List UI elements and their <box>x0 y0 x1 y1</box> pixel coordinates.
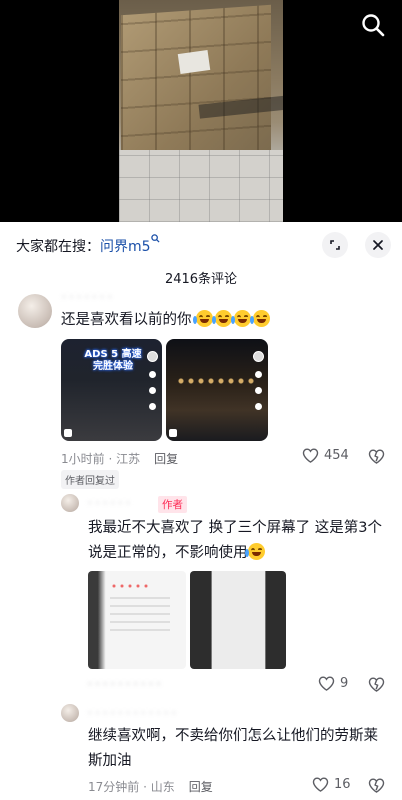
like-count: 9 <box>340 676 349 691</box>
comment-text-body: 我最近不大喜欢了 换了三个屏幕了 这是第3个 说是正常的，不影响使用 <box>88 520 382 561</box>
thumb-title: ADS 5 高速完胜体验 <box>84 349 142 372</box>
avatar[interactable] <box>18 294 52 328</box>
video-player[interactable] <box>0 0 402 222</box>
thumb-side-actions <box>252 351 264 410</box>
comment-sheet: 大家都在搜：问界m5 2416条评论 · · · · · · · 还是喜欢看以前… <box>0 222 402 800</box>
search-small-icon <box>151 234 160 246</box>
comment-time-location: 1小时前 · 江苏 <box>61 452 141 466</box>
thumb-share-icon <box>148 403 156 410</box>
author-replied-badge: 作者回复过 <box>61 470 119 489</box>
expand-icon[interactable] <box>322 232 348 258</box>
author-tag: 作者 <box>158 496 187 513</box>
comment-text: 还是喜欢看以前的你 <box>61 308 272 333</box>
reply-button[interactable]: 回复 <box>154 452 178 466</box>
photo-thumbnail[interactable] <box>190 571 286 669</box>
comment-text: 继续喜欢啊，不卖给你们怎么让他们的劳斯莱斯加油 <box>88 728 378 769</box>
comment-username[interactable]: · · · · · · · · · · · · <box>88 706 176 720</box>
thumb-share-icon <box>254 403 262 410</box>
close-icon[interactable] <box>365 232 391 258</box>
thumb-like-icon <box>148 371 156 378</box>
comment-meta: 1小时前 · 江苏 回复 <box>61 450 178 467</box>
laughing-crying-emoji <box>231 310 252 327</box>
video-thumbnail[interactable] <box>166 339 268 441</box>
like-button[interactable]: 9 <box>318 676 348 691</box>
heart-icon <box>302 448 319 463</box>
search-suggestion-prefix: 大家都在搜： <box>16 239 100 255</box>
video-thumbnail[interactable]: ADS 5 高速完胜体验 <box>61 339 162 441</box>
search-suggestion[interactable]: 大家都在搜：问界m5 <box>16 236 151 256</box>
like-button[interactable]: 454 <box>302 448 349 463</box>
search-suggestion-keyword[interactable]: 问界m5 <box>100 239 151 255</box>
thumb-star-icon <box>254 387 262 394</box>
comment-time-location: 17分钟前 · 山东 <box>88 780 175 794</box>
photo-specks <box>110 583 150 589</box>
heart-icon <box>312 777 329 792</box>
thumb-avatar <box>146 351 158 362</box>
thumb-side-actions <box>146 351 158 410</box>
photo-thumbnail[interactable] <box>88 571 186 669</box>
like-count: 454 <box>324 448 349 463</box>
laughing-crying-emoji <box>212 310 233 327</box>
broken-heart-icon[interactable] <box>368 778 385 797</box>
douyin-logo-icon <box>169 429 177 437</box>
comment-meta: · · · · · · · · · · <box>88 677 161 691</box>
thumb-like-icon <box>254 371 262 378</box>
comment-username[interactable]: · · · · · · · <box>62 290 112 304</box>
broken-heart-icon[interactable] <box>368 677 385 696</box>
comment-text: 我最近不大喜欢了 换了三个屏幕了 这是第3个 说是正常的，不影响使用 <box>88 516 388 566</box>
comment-meta: 17分钟前 · 山东 回复 <box>88 778 213 795</box>
crate-image <box>121 4 271 166</box>
thumb-avatar <box>252 351 264 362</box>
like-count: 16 <box>334 777 351 792</box>
street-lights <box>176 377 256 385</box>
avatar[interactable] <box>61 704 79 722</box>
laughing-crying-emoji <box>244 543 265 560</box>
video-frame <box>119 0 283 222</box>
heart-icon <box>318 676 335 691</box>
photo-lines <box>110 597 170 637</box>
comment-username[interactable]: · · · · · · <box>88 496 130 510</box>
avatar[interactable] <box>61 494 79 512</box>
crate-label <box>177 50 211 74</box>
reply-button[interactable]: 回复 <box>189 780 213 794</box>
search-icon[interactable] <box>360 12 386 38</box>
laughing-crying-emoji <box>193 310 214 327</box>
comment-count: 2416条评论 <box>164 272 238 287</box>
laughing-crying-emoji <box>250 310 271 327</box>
like-button[interactable]: 16 <box>312 777 351 792</box>
douyin-logo-icon <box>64 429 72 437</box>
comment-text-body: 还是喜欢看以前的你 <box>61 312 192 328</box>
floor-image <box>119 150 283 222</box>
thumb-star-icon <box>148 387 156 394</box>
broken-heart-icon[interactable] <box>368 449 385 468</box>
